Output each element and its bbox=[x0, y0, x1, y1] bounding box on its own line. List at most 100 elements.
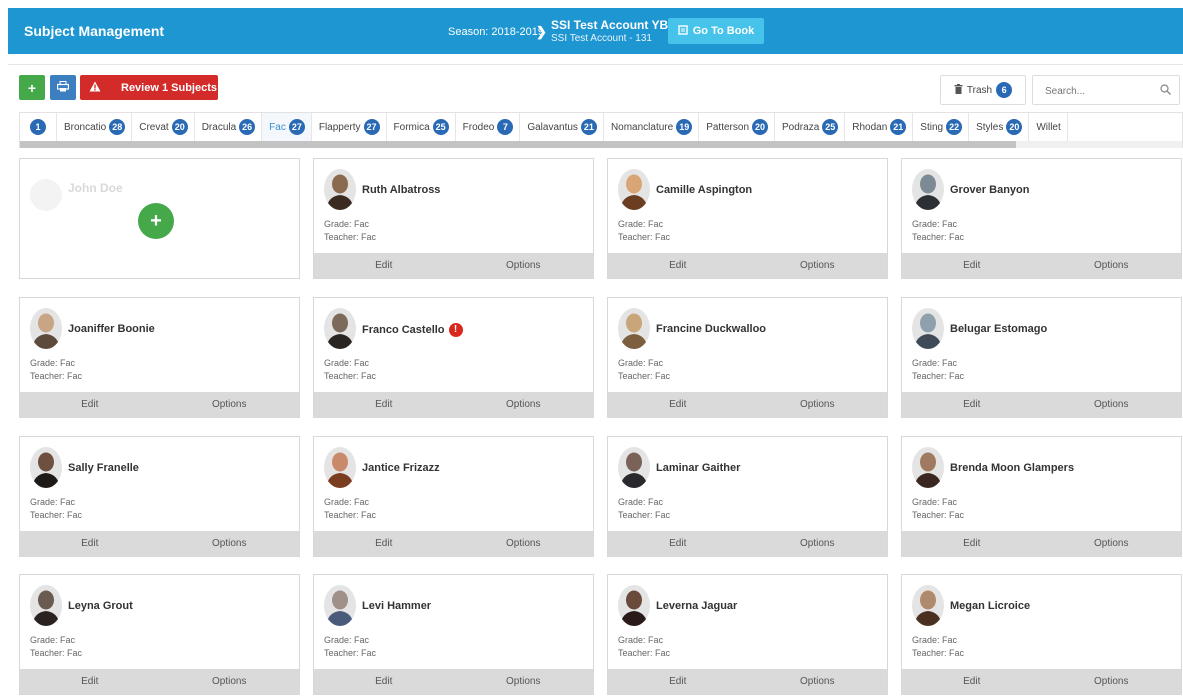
avatar bbox=[30, 447, 62, 488]
tab-galavantus[interactable]: Galavantus 21 bbox=[520, 113, 604, 141]
tab-formica[interactable]: Formica 25 bbox=[387, 113, 456, 141]
edit-button[interactable]: Edit bbox=[608, 669, 748, 694]
options-button[interactable]: Options bbox=[748, 392, 888, 417]
options-button[interactable]: Options bbox=[1042, 531, 1182, 556]
horizontal-scrollbar[interactable] bbox=[20, 141, 1182, 148]
tab-dracula[interactable]: Dracula 26 bbox=[195, 113, 263, 141]
edit-button[interactable]: Edit bbox=[902, 253, 1042, 278]
subject-grade: Grade: Fac bbox=[912, 497, 958, 507]
avatar bbox=[30, 585, 62, 626]
search-box[interactable] bbox=[1032, 75, 1180, 105]
trash-count-badge: 6 bbox=[996, 82, 1013, 98]
alert-icon[interactable]: ! bbox=[448, 323, 463, 337]
subject-card: Belugar Estomago Grade: Fac Teacher: Fac Ed… bbox=[901, 297, 1182, 418]
placeholder-name: John Doe bbox=[68, 181, 123, 195]
edit-button[interactable]: Edit bbox=[314, 253, 454, 278]
tab-fac[interactable]: Fac 27 bbox=[262, 113, 312, 141]
tab-nomanclature[interactable]: Nomanclature 19 bbox=[604, 113, 700, 141]
subject-name: Joaniffer Boonie bbox=[68, 323, 155, 335]
edit-button[interactable]: Edit bbox=[902, 669, 1042, 694]
subject-name-row: Jantice Frizazz bbox=[362, 462, 440, 474]
subject-card: Camille Aspington Grade: Fac Teacher: Fac E… bbox=[607, 158, 888, 279]
subject-grade: Grade: Fac bbox=[912, 635, 958, 645]
avatar bbox=[618, 308, 650, 349]
tab-unassigned[interactable]: 1 bbox=[20, 113, 57, 141]
account-selector[interactable]: SSI Test Account YB▼ SSI Test Account - … bbox=[551, 18, 679, 44]
options-button[interactable]: Options bbox=[454, 531, 594, 556]
card-actions: Edit Options bbox=[314, 531, 593, 556]
edit-button[interactable]: Edit bbox=[608, 531, 748, 556]
scrollbar-thumb[interactable] bbox=[20, 141, 1016, 148]
new-subject-placeholder-card: John Doe + bbox=[19, 158, 300, 279]
options-button[interactable]: Options bbox=[160, 392, 300, 417]
subject-teacher: Teacher: Fac bbox=[618, 648, 671, 658]
subject-card: Franco Castello! Grade: Fac Teacher: Fac Ed… bbox=[313, 297, 594, 418]
tab-sting[interactable]: Sting 22 bbox=[913, 113, 970, 141]
edit-button[interactable]: Edit bbox=[20, 392, 160, 417]
options-button[interactable]: Options bbox=[454, 392, 594, 417]
tab-count-badge: 28 bbox=[109, 119, 126, 135]
subject-name-row: Leyna Grout bbox=[68, 600, 133, 612]
edit-button[interactable]: Edit bbox=[314, 392, 454, 417]
card-actions: Edit Options bbox=[902, 669, 1181, 694]
edit-button[interactable]: Edit bbox=[608, 253, 748, 278]
tab-flapperty[interactable]: Flapperty 27 bbox=[312, 113, 387, 141]
options-button[interactable]: Options bbox=[454, 669, 594, 694]
add-subject-icon[interactable]: + bbox=[138, 203, 174, 239]
print-button[interactable] bbox=[50, 75, 76, 100]
subject-name-row: Joaniffer Boonie bbox=[68, 323, 155, 335]
tab-label: Nomanclature bbox=[610, 121, 674, 133]
tab-styles[interactable]: Styles 20 bbox=[969, 113, 1030, 141]
tab-frodeo[interactable]: Frodeo 7 bbox=[456, 113, 521, 141]
edit-button[interactable]: Edit bbox=[608, 392, 748, 417]
tab-count-badge: 25 bbox=[432, 119, 449, 135]
subject-card: Jantice Frizazz Grade: Fac Teacher: Fac Edi… bbox=[313, 436, 594, 557]
avatar bbox=[912, 585, 944, 626]
trash-button[interactable]: Trash 6 bbox=[940, 75, 1026, 105]
subject-name-row: Sally Franelle bbox=[68, 462, 139, 474]
options-button[interactable]: Options bbox=[454, 253, 594, 278]
tab-label: Crevat bbox=[139, 121, 169, 133]
tab-podraza[interactable]: Podraza 25 bbox=[775, 113, 846, 141]
edit-button[interactable]: Edit bbox=[902, 531, 1042, 556]
card-actions: Edit Options bbox=[902, 253, 1181, 278]
edit-button[interactable]: Edit bbox=[314, 669, 454, 694]
subject-teacher: Teacher: Fac bbox=[30, 371, 83, 381]
user-placeholder-icon bbox=[30, 179, 62, 211]
edit-button[interactable]: Edit bbox=[314, 531, 454, 556]
options-button[interactable]: Options bbox=[1042, 253, 1182, 278]
subject-name-row: Megan Licroice bbox=[950, 600, 1030, 612]
tab-count-badge: 20 bbox=[171, 119, 188, 135]
tab-label: Sting bbox=[920, 121, 944, 133]
tab-crevat[interactable]: Crevat 20 bbox=[132, 113, 195, 141]
go-to-book-button[interactable]: Go To Book bbox=[668, 18, 764, 44]
subject-card: Ruth Albatross Grade: Fac Teacher: Fac Edit… bbox=[313, 158, 594, 279]
subject-name-row: Camille Aspington bbox=[656, 184, 752, 196]
subject-name: Belugar Estomago bbox=[950, 323, 1048, 335]
options-button[interactable]: Options bbox=[748, 253, 888, 278]
review-subjects-button[interactable]: Review 1 Subjects bbox=[80, 75, 218, 100]
card-actions: Edit Options bbox=[314, 392, 593, 417]
edit-button[interactable]: Edit bbox=[902, 392, 1042, 417]
tab-label: Flapperty bbox=[318, 121, 361, 133]
options-button[interactable]: Options bbox=[160, 531, 300, 556]
options-button[interactable]: Options bbox=[748, 531, 888, 556]
edit-button[interactable]: Edit bbox=[20, 669, 160, 694]
options-button[interactable]: Options bbox=[748, 669, 888, 694]
tab-patterson[interactable]: Patterson 20 bbox=[699, 113, 776, 141]
tab-label: Dracula bbox=[201, 121, 237, 133]
edit-button[interactable]: Edit bbox=[20, 531, 160, 556]
avatar bbox=[30, 308, 62, 349]
subject-name: Jantice Frizazz bbox=[362, 462, 440, 474]
card-actions: Edit Options bbox=[20, 392, 299, 417]
tab-count-badge: 1 bbox=[30, 119, 46, 135]
tab-rhodan[interactable]: Rhodan 21 bbox=[845, 113, 914, 141]
options-button[interactable]: Options bbox=[1042, 669, 1182, 694]
tab-willet[interactable]: Willet bbox=[1029, 113, 1068, 141]
options-button[interactable]: Options bbox=[1042, 392, 1182, 417]
tab-broncatio[interactable]: Broncatio 28 bbox=[57, 113, 133, 141]
account-name: SSI Test Account YB bbox=[551, 18, 669, 32]
options-button[interactable]: Options bbox=[160, 669, 300, 694]
add-subject-button[interactable]: + bbox=[19, 75, 45, 100]
search-input[interactable] bbox=[1043, 85, 1157, 98]
